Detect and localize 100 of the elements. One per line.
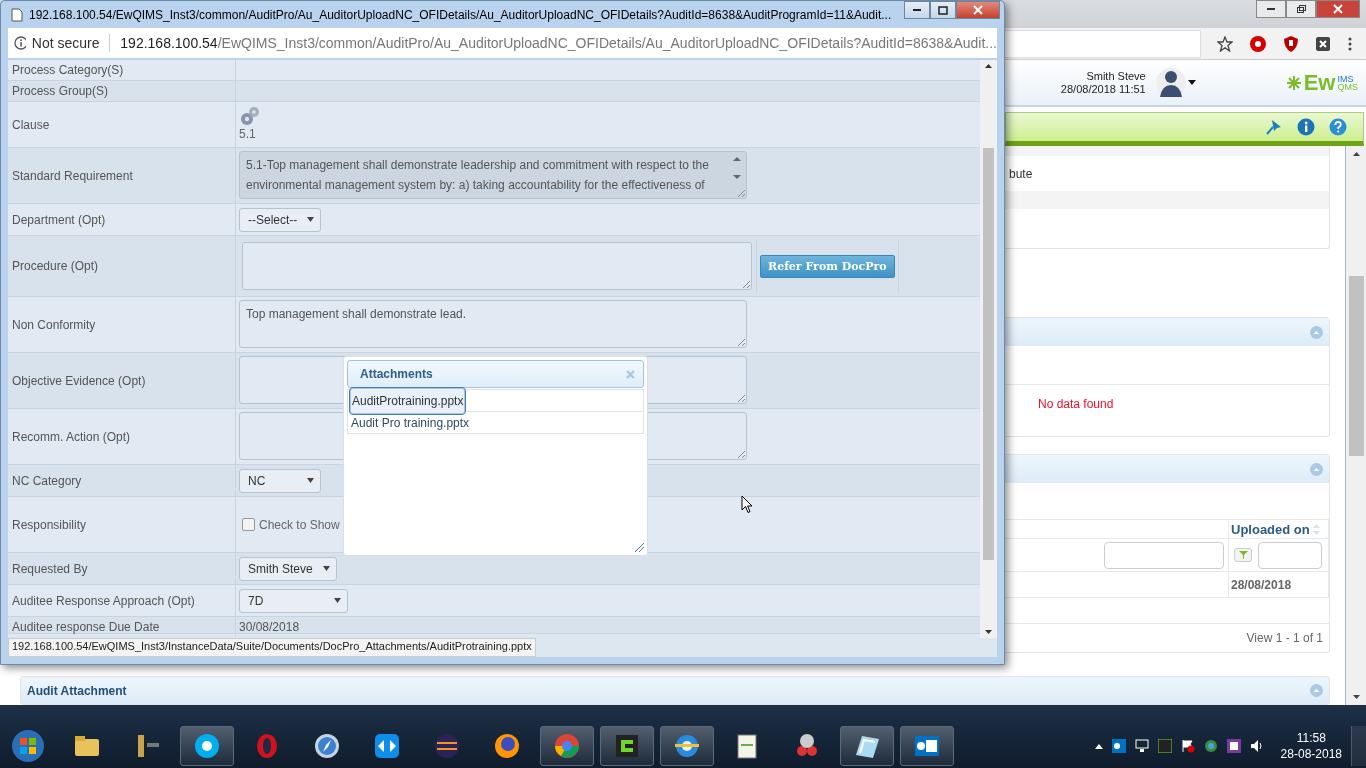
field-label: Responsibility <box>12 517 87 532</box>
field-label: Procedure (Opt) <box>12 259 99 273</box>
flag-icon[interactable] <box>1180 739 1195 753</box>
caret-icon <box>307 478 314 483</box>
caret-icon <box>322 566 330 571</box>
avatar-icon[interactable] <box>1155 66 1186 99</box>
field-label: Process Category(S) <box>12 63 124 77</box>
url-host: 192.168.100.54 <box>120 35 218 51</box>
info-icon[interactable] <box>14 36 26 50</box>
logo-text: Ew <box>1303 69 1336 96</box>
security-label[interactable]: Not secure <box>31 35 100 51</box>
resize-grip-icon[interactable] <box>737 394 745 402</box>
filter-field[interactable] <box>1104 541 1224 569</box>
square-app-icon[interactable] <box>1157 739 1172 753</box>
scrollbar-thumb[interactable] <box>983 148 994 560</box>
dialog-title: Attachments <box>360 367 433 381</box>
globe-icon[interactable] <box>1203 739 1218 753</box>
close-button[interactable] <box>1316 0 1360 18</box>
help-icon[interactable] <box>1329 118 1347 136</box>
scrollbar[interactable] <box>1345 146 1366 705</box>
pin-icon[interactable] <box>1265 118 1283 136</box>
minimize-button[interactable] <box>1256 0 1286 18</box>
taskbar-button[interactable] <box>660 726 714 766</box>
logo-text: IMS <box>1337 74 1355 83</box>
login-time: 28/08/2018 11:51 <box>1060 82 1146 96</box>
filter-field[interactable] <box>1258 541 1322 569</box>
minimize-icon <box>1267 8 1275 10</box>
extension-icon[interactable] <box>1315 35 1331 52</box>
url-path: /EwQIMS_Inst3/common/AuditPro/Au_AuditorUploadNC_OFIDetails/Au_AuditorUploadNC_OFIDetails?AuditId=8638&Audit... <box>217 35 997 51</box>
pager-text: View 1 - 1 of 1 <box>1246 631 1323 646</box>
resize-grip-icon[interactable] <box>737 338 745 346</box>
taskbar-button[interactable] <box>540 726 594 766</box>
field-label: Process Group(S) <box>12 84 109 98</box>
field-label: Auditee response Due Date <box>12 620 160 634</box>
scrollbar[interactable] <box>980 60 997 638</box>
close-icon <box>1333 4 1343 14</box>
file-link[interactable]: AuditProtraining.pptx <box>350 387 466 414</box>
tray-arrow-icon[interactable] <box>1094 743 1103 749</box>
restore-icon <box>1296 4 1306 14</box>
minimize-button[interactable] <box>904 1 930 19</box>
dropdown[interactable]: --Select-- <box>239 207 322 232</box>
speaker-icon[interactable] <box>1249 739 1264 753</box>
field-label: Objective Evidence (Opt) <box>12 373 146 388</box>
scroll-up-icon[interactable] <box>1352 152 1360 156</box>
taskbar-button[interactable] <box>600 726 654 766</box>
compass-icon <box>312 731 342 761</box>
scroll-down-icon[interactable] <box>1352 695 1360 699</box>
checkbox[interactable] <box>242 518 255 531</box>
checkbox-label[interactable]: Check to Show <box>259 517 340 532</box>
network-icon[interactable] <box>1134 739 1149 753</box>
address-field[interactable] <box>1005 29 1201 58</box>
dropdown[interactable]: Smith Steve <box>239 556 337 581</box>
maximize-icon <box>938 5 948 15</box>
field-label: Department (Opt) <box>12 212 106 227</box>
snowflake-icon <box>1285 74 1302 91</box>
panel-title: Audit Attachment <box>27 683 127 698</box>
star-icon[interactable] <box>1217 35 1233 52</box>
text-area[interactable]: Top management shall demonstrate lead. <box>239 300 747 348</box>
close-button[interactable] <box>956 1 1000 19</box>
resize-grip-icon[interactable] <box>634 542 644 552</box>
dropdown[interactable]: NC <box>239 468 321 493</box>
mail-icon[interactable] <box>1111 739 1126 753</box>
field-label: Clause <box>12 117 50 132</box>
restore-button[interactable] <box>1286 0 1316 18</box>
shield-icon[interactable] <box>1283 34 1299 53</box>
taskbar-button[interactable] <box>900 726 954 766</box>
taskbar-button[interactable] <box>840 726 894 766</box>
file-link[interactable]: Audit Pro training.pptx <box>350 415 471 430</box>
field-text: bute <box>1009 166 1033 181</box>
field-value: 30/08/2018 <box>239 620 300 634</box>
empty-message: No data found <box>1038 397 1114 412</box>
address-field[interactable]: Not secure 192.168.100.54/EwQIMS_Inst3/common/AuditPro/Au_AuditorUploadNC_OFIDetails/Au_AuditorUploadNC_OFIDetails?AuditId=8638&Audit... <box>8 28 997 58</box>
gears-icon[interactable] <box>239 105 261 127</box>
caret-icon <box>307 217 315 222</box>
clock-time[interactable]: 11:58 <box>1296 730 1326 746</box>
logo-text: QMS <box>1337 82 1358 91</box>
maximize-button[interactable] <box>930 1 956 19</box>
resize-grip-icon[interactable] <box>737 450 745 458</box>
dropdown[interactable]: 7D <box>239 588 348 613</box>
info-icon[interactable] <box>1297 118 1315 136</box>
arrows-icon <box>372 731 402 761</box>
keyboard-icon[interactable] <box>1226 739 1241 753</box>
caret-icon <box>334 598 341 603</box>
clock-date[interactable]: 28-08-2018 <box>1280 746 1342 762</box>
caret-icon[interactable] <box>1187 80 1196 85</box>
extension-icon[interactable] <box>1249 34 1267 53</box>
user-name: Smith Steve <box>1086 69 1146 83</box>
scroll-up-icon[interactable] <box>985 64 992 68</box>
field-label: Recomm. Action (Opt) <box>12 429 131 444</box>
column-header[interactable]: Uploaded on <box>1231 521 1310 537</box>
taskbar-button[interactable] <box>180 726 234 766</box>
table-cell: 28/08/2018 <box>1231 577 1292 592</box>
resize-grip-icon[interactable] <box>742 280 750 288</box>
browser-icon <box>552 731 582 761</box>
scrollbar-thumb[interactable] <box>1348 276 1364 456</box>
minimize-icon <box>913 9 921 11</box>
clause-number: 5.1 <box>239 127 256 141</box>
menu-icon[interactable] <box>1347 35 1353 52</box>
sphere-icon <box>432 731 462 761</box>
scroll-down-icon[interactable] <box>985 630 992 634</box>
